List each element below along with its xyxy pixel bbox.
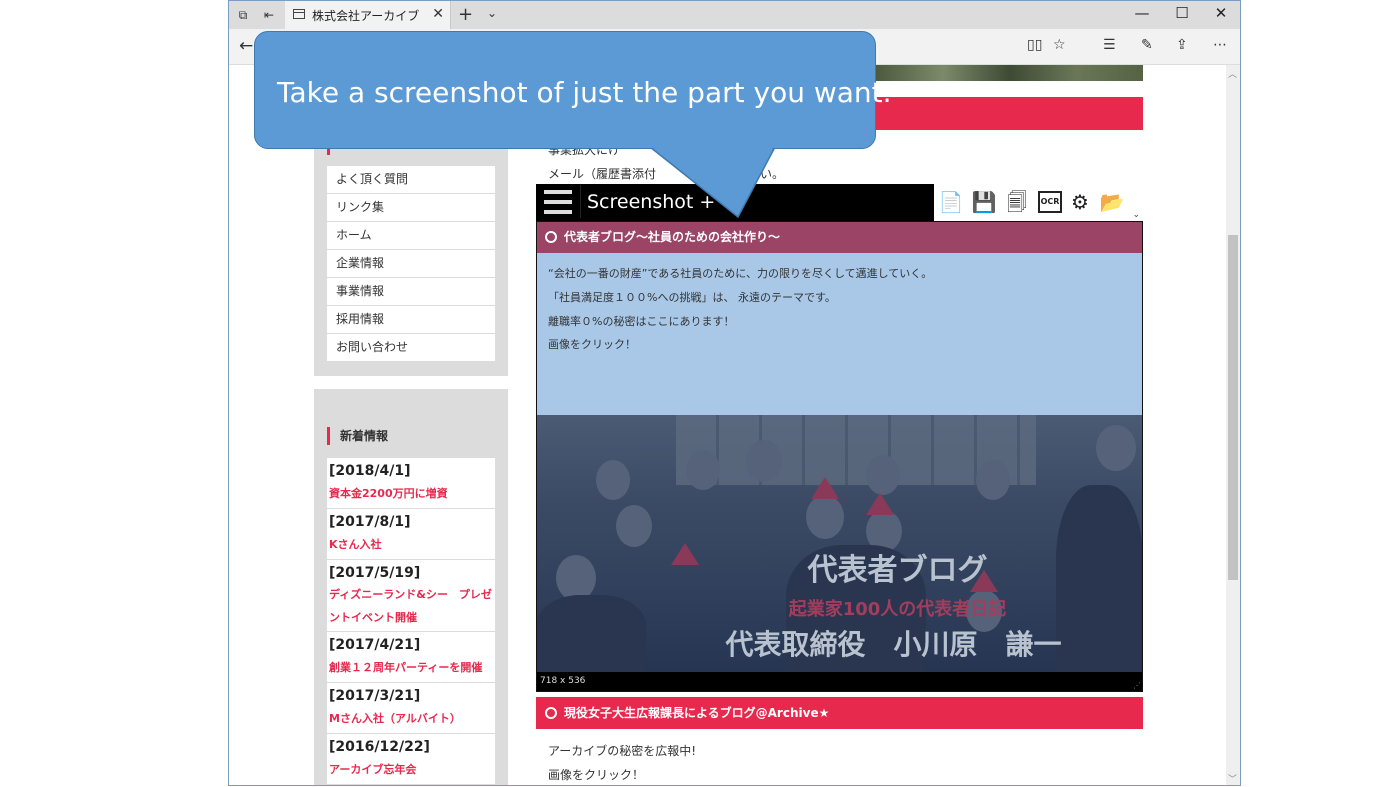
snippet-text-2-end: い。 [760, 167, 785, 181]
maximize-icon[interactable]: ☐ [1167, 4, 1197, 22]
snippet-text-2: メール（履歴書添付 [548, 167, 657, 181]
blog-header-text: 現役女子大生広報課長によるブログ@Archive★ [564, 706, 830, 720]
sidebar-item-company[interactable]: 企業情報 [327, 250, 495, 278]
news-date: [2017/4/21] [329, 637, 421, 653]
tab-active[interactable]: 株式会社アーカイブ ✕ [285, 1, 451, 29]
sidebar-menu: よく頂く質問 リンク集 ホーム 企業情報 事業情報 採用情報 お問い合わせ [327, 166, 495, 362]
folder-open-icon[interactable]: 📂 [1099, 188, 1125, 216]
minimize-icon[interactable]: — [1127, 4, 1157, 22]
new-tab-icon[interactable]: + [458, 4, 473, 25]
sidebar-item-recruit[interactable]: 採用情報 [327, 306, 495, 334]
more-icon[interactable]: ⋯ [1213, 37, 1227, 53]
scroll-up-icon[interactable]: ︿ [1228, 67, 1237, 80]
news-item[interactable]: [2017/5/19] ディズニーランド&シー プレゼントイベント開催 [327, 560, 495, 632]
save-all-icon[interactable]: 🗐 [1004, 188, 1030, 216]
sidebar-item-business[interactable]: 事業情報 [327, 278, 495, 306]
chevron-down-icon[interactable]: ⌄ [487, 6, 497, 20]
hamburger-menu-icon[interactable] [544, 190, 572, 215]
selection-area[interactable] [536, 221, 1143, 692]
toolbar-grip-icon[interactable]: ⌄ [1132, 210, 1140, 220]
back-arrow-icon[interactable]: ← [239, 36, 253, 56]
callout-text: Take a screenshot of just the part you w… [277, 76, 892, 109]
screenshot-toolbar: Screenshot + 📄 💾 🗐 OCR ⚙ 📂 ⌄ [536, 184, 1143, 221]
news-item[interactable]: [2017/4/21] 創業１２周年パーティーを開催 [327, 632, 495, 683]
tab-bar: ⧉ ⇤ 株式会社アーカイブ ✕ + ⌄ — ☐ ✕ [229, 1, 1240, 29]
news-title: 新着情報 [327, 427, 388, 445]
screenshot-title-box: Screenshot + [580, 185, 932, 218]
news-link[interactable]: Mさん入社（アルバイト） [329, 706, 495, 731]
callout-bubble: Take a screenshot of just the part you w… [254, 31, 892, 149]
news-date: [2017/3/21] [329, 688, 421, 704]
screenshot-tool-buttons: 📄 💾 🗐 OCR ⚙ 📂 ⌄ [934, 184, 1143, 221]
share-icon[interactable]: ⇪ [1176, 37, 1188, 53]
reading-view-icon[interactable]: ▯▯ [1027, 37, 1042, 53]
scrollbar-thumb[interactable] [1228, 235, 1238, 580]
tab-title: 株式会社アーカイブ [312, 9, 420, 23]
news-item[interactable]: [2018/4/1] 資本金2200万円に増資 [327, 458, 495, 509]
hero-image-strip [876, 65, 1143, 81]
sidebar-item-links[interactable]: リンク集 [327, 194, 495, 222]
news-item[interactable]: [2016/12/22] アーカイブ忘年会 [327, 734, 495, 785]
news-link[interactable]: アーカイブ忘年会 [329, 757, 495, 782]
sidebar-item-home[interactable]: ホーム [327, 222, 495, 250]
ocr-icon[interactable]: OCR [1038, 191, 1062, 213]
news-link[interactable]: 創業１２周年パーティーを開催 [329, 655, 495, 680]
screenshot-title: Screenshot + [587, 191, 716, 213]
sidebar-item-faq[interactable]: よく頂く質問 [327, 166, 495, 194]
tab-restore-icon[interactable]: ⇤ [261, 7, 277, 23]
news-link[interactable]: ディズニーランド&シー プレゼントイベント開催 [329, 583, 495, 629]
close-window-icon[interactable]: ✕ [1206, 4, 1236, 22]
news-link[interactable]: Kさん入社 [329, 532, 495, 557]
page-scrollbar[interactable]: ︿ ﹀ [1226, 65, 1240, 785]
settings-gear-icon[interactable]: ⚙ [1067, 188, 1093, 216]
news-date: [2016/12/22] [329, 739, 430, 755]
news-list: [2018/4/1] 資本金2200万円に増資 [2017/8/1] Kさん入社… [327, 458, 495, 785]
sidebar-item-contact[interactable]: お問い合わせ [327, 334, 495, 362]
web-page: 事業拡大にけ メール（履歴書添付 い。 よく頂く質問 リンク集 ホーム 企業情報… [229, 65, 1226, 785]
news-item[interactable]: [2017/3/21] Mさん入社（アルバイト） [327, 683, 495, 734]
news-link[interactable]: 資本金2200万円に増資 [329, 481, 495, 506]
pen-icon[interactable]: ✎ [1141, 37, 1153, 53]
favorite-star-icon[interactable]: ☆ [1053, 37, 1066, 53]
circle-bullet-icon [545, 707, 557, 719]
news-date: [2018/4/1] [329, 463, 411, 479]
copy-icon[interactable]: 📄 [938, 188, 964, 216]
page-icon [293, 9, 305, 19]
scroll-down-icon[interactable]: ﹀ [1228, 772, 1237, 785]
tab-close-icon[interactable]: ✕ [432, 6, 444, 22]
tab-aside-icon[interactable]: ⧉ [235, 7, 251, 23]
news-date: [2017/8/1] [329, 514, 411, 530]
blog2-line: アーカイブの秘密を広報中! [548, 744, 697, 758]
favorites-hub-icon[interactable]: ☰ [1103, 37, 1116, 53]
blog-header-pr[interactable]: 現役女子大生広報課長によるブログ@Archive★ [536, 697, 1143, 729]
news-item[interactable]: [2017/8/1] Kさん入社 [327, 509, 495, 560]
blog2-line: 画像をクリック！ [548, 768, 645, 782]
save-icon[interactable]: 💾 [971, 188, 997, 216]
news-date: [2017/5/19] [329, 565, 421, 581]
